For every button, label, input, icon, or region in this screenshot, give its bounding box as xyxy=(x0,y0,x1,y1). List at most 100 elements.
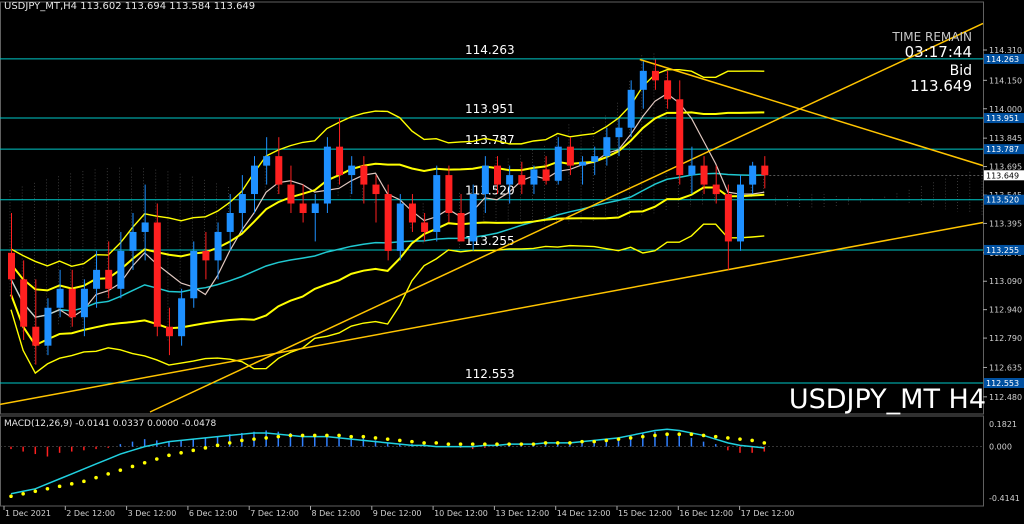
price-axis-label: 113.845 xyxy=(989,134,1022,143)
candle-bear xyxy=(165,326,173,337)
macd-signal-dot xyxy=(422,441,426,445)
macd-signal-dot xyxy=(410,439,414,444)
candle-bull xyxy=(93,269,101,289)
candle-bear xyxy=(336,146,344,176)
macd-header: MACD(12,26,9) -0.0141 0.0337 0.0000 -0.0… xyxy=(4,419,217,429)
candle-bear xyxy=(408,203,416,223)
candle-bear xyxy=(445,175,453,213)
time-axis-label: 17 Dec 12:00 xyxy=(741,509,795,518)
macd-signal-dot xyxy=(167,453,171,458)
macd-signal-dot xyxy=(264,436,268,440)
candle-bear xyxy=(202,250,210,261)
level-label: 113.951 xyxy=(465,102,515,116)
time-axis-label: 9 Dec 12:00 xyxy=(373,509,422,518)
macd-signal-dot xyxy=(106,472,110,476)
candle-bull xyxy=(530,169,538,185)
macd-signal-dot xyxy=(337,433,341,438)
macd-signal-dot xyxy=(155,457,159,461)
macd-signal-dot xyxy=(458,442,463,446)
symbol-header: USDJPY_MT,H4 113.602 113.694 113.584 113… xyxy=(4,1,256,12)
macd-signal-dot xyxy=(276,434,281,439)
candle-bear xyxy=(761,165,769,176)
candle-bear xyxy=(542,169,550,181)
level-label: 113.787 xyxy=(465,133,515,147)
macd-signal-dot xyxy=(288,433,293,438)
macd-signal-dot xyxy=(738,437,742,441)
time-axis-label: 8 Dec 12:00 xyxy=(312,509,361,518)
macd-signal-dot xyxy=(677,432,682,436)
macd-signal-dot xyxy=(240,438,244,443)
level-price-tag-text: 113.787 xyxy=(986,145,1019,154)
price-axis-label: 113.395 xyxy=(989,219,1022,228)
candle-bear xyxy=(566,146,574,166)
candle-bear xyxy=(494,165,501,185)
macd-signal-dot xyxy=(483,442,487,446)
macd-signal-dot xyxy=(689,432,694,436)
price-axis-label: 114.150 xyxy=(989,76,1022,85)
time-axis-label: 3 Dec 12:00 xyxy=(128,509,177,518)
candle-bear xyxy=(287,184,295,204)
time-axis-label: 15 Dec 12:00 xyxy=(618,509,672,518)
macd-signal-dot xyxy=(519,442,524,446)
main-pane-border xyxy=(0,1,984,415)
candle-bull xyxy=(129,231,137,251)
candle-bull xyxy=(481,165,489,195)
price-axis-label: 114.000 xyxy=(989,105,1022,114)
macd-signal-dot xyxy=(227,441,232,445)
price-axis-label: 113.695 xyxy=(989,163,1022,172)
macd-signal-dot xyxy=(616,437,621,441)
macd-signal-dot xyxy=(641,434,645,439)
price-axis-label: 112.790 xyxy=(989,334,1022,343)
macd-signal-dot xyxy=(470,442,475,446)
macd-signal-dot xyxy=(385,437,390,441)
level-label: 114.263 xyxy=(465,43,515,57)
price-axis-label: 112.480 xyxy=(989,393,1022,402)
macd-signal-dot xyxy=(349,434,354,439)
level-price-tag-text: 113.951 xyxy=(986,114,1019,123)
time-axis-label: 10 Dec 12:00 xyxy=(434,509,488,518)
candle-bull xyxy=(263,156,271,166)
macd-signal-dot xyxy=(252,437,256,441)
macd-signal-dot xyxy=(142,460,147,465)
candle-bear xyxy=(676,99,684,176)
candle-bear xyxy=(68,288,76,318)
candle-bull xyxy=(603,137,611,157)
macd-signal-dot xyxy=(33,489,38,494)
time-axis-label: 6 Dec 12:00 xyxy=(189,509,238,518)
time-axis-label: 1 Dec 2021 xyxy=(5,509,51,518)
macd-signal-dot xyxy=(580,439,584,444)
candle-bull xyxy=(554,146,562,181)
level-label: 112.553 xyxy=(465,367,515,381)
candle-bull xyxy=(80,288,88,318)
level-price-tag-text: 113.520 xyxy=(986,196,1019,205)
price-axis-label: 113.090 xyxy=(989,277,1022,286)
candle-bear xyxy=(360,165,368,185)
macd-axis-label: -0.4141 xyxy=(989,494,1020,503)
macd-signal-dot xyxy=(300,433,305,438)
macd-signal-dot xyxy=(495,442,499,446)
macd-signal-dot xyxy=(507,442,511,446)
candle-bull xyxy=(190,250,198,299)
macd-signal-dot xyxy=(446,442,451,446)
macd-signal-dot xyxy=(94,475,98,480)
candle-bull xyxy=(591,156,599,162)
candle-bear xyxy=(299,203,307,213)
candle-bull xyxy=(141,222,149,232)
candle-bear xyxy=(651,70,659,81)
candle-bull xyxy=(627,89,635,128)
time-axis-label: 2 Dec 12:00 xyxy=(66,509,115,518)
candle-bull xyxy=(251,165,258,195)
candle-bull xyxy=(737,184,744,242)
macd-signal-dot xyxy=(45,487,50,491)
macd-signal-dot xyxy=(325,433,329,438)
macd-pane-border xyxy=(0,415,984,507)
macd-signal-dot xyxy=(750,438,754,443)
candle-bull xyxy=(615,127,623,138)
level-price-tag-text: 112.553 xyxy=(986,379,1019,388)
candle-bull xyxy=(117,250,125,289)
candle-bull xyxy=(311,203,319,213)
candle-bull xyxy=(226,213,234,232)
macd-signal-dot xyxy=(762,441,767,445)
candle-bull xyxy=(44,307,52,346)
candle-bear xyxy=(8,252,15,280)
